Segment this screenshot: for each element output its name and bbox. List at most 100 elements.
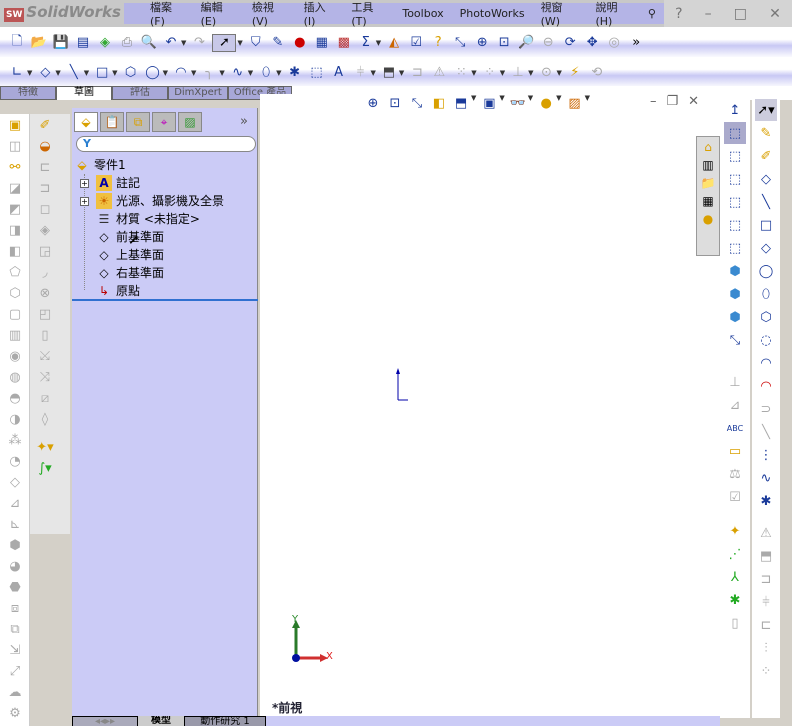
tree-item-material[interactable]: ☰ 材質 <未指定> bbox=[96, 210, 200, 227]
rollback-bar[interactable] bbox=[72, 299, 258, 301]
circle-icon[interactable]: ◯ bbox=[144, 64, 162, 82]
right-view-icon[interactable]: ⬚ bbox=[724, 191, 746, 213]
viewport-close-button[interactable]: ✕ bbox=[688, 94, 699, 109]
menu-window[interactable]: 視窗(W) bbox=[533, 0, 588, 28]
spline-icon[interactable]: ∿ bbox=[229, 64, 247, 82]
dimxpert-manager-tab-icon[interactable]: ⌖ bbox=[152, 112, 176, 132]
print-preview-icon[interactable]: 🔍 bbox=[140, 34, 158, 52]
sketch-scale-icon[interactable]: ⤩ bbox=[34, 346, 56, 366]
ellipse-icon[interactable]: ⬯ bbox=[257, 64, 275, 82]
equations-icon[interactable]: Σ bbox=[357, 34, 375, 52]
expand-annotations-icon[interactable]: + bbox=[80, 179, 89, 188]
texture-icon[interactable]: ▩ bbox=[335, 34, 353, 52]
minimize-button[interactable]: – bbox=[705, 6, 712, 22]
bottom-view-icon[interactable]: ⬚ bbox=[724, 237, 746, 259]
dimetric-icon[interactable]: ⬢ bbox=[724, 306, 746, 328]
mirror-feature-icon[interactable]: ◑ bbox=[4, 409, 26, 429]
tree-item-lights-cameras-scenes[interactable]: ☀ 光源、攝影機及全景 bbox=[96, 192, 224, 209]
boundary-icon[interactable]: ◩ bbox=[4, 199, 26, 219]
fillet-feature-icon[interactable]: ◧ bbox=[4, 241, 26, 261]
perimeter-circle-icon[interactable]: ◌ bbox=[755, 329, 777, 351]
help-button[interactable]: ? bbox=[675, 6, 682, 22]
selection-filter-icon[interactable]: ⛉ bbox=[247, 34, 265, 52]
wrap-icon[interactable]: ◍ bbox=[4, 367, 26, 387]
zoom-selection-icon[interactable]: ⊖ bbox=[539, 34, 557, 52]
isometric-icon[interactable]: ⬢ bbox=[724, 260, 746, 282]
sketch-picture-icon[interactable]: ◰ bbox=[34, 304, 56, 324]
make-assembly-icon[interactable]: ◈ bbox=[96, 34, 114, 52]
construction-icon[interactable]: ◈ bbox=[34, 220, 56, 240]
menu-photoworks[interactable]: PhotoWorks bbox=[452, 7, 533, 20]
sketch-tool-icon[interactable]: ✎ bbox=[755, 122, 777, 144]
sketch-rotate-icon[interactable]: ⤨ bbox=[34, 367, 56, 387]
design-library-icon[interactable]: ▥ bbox=[700, 157, 716, 173]
stretch-icon[interactable]: ◊ bbox=[34, 409, 56, 429]
display-relations-icon[interactable]: ⚠ bbox=[430, 64, 448, 82]
polygon-icon[interactable]: ⬡ bbox=[122, 64, 140, 82]
home-icon[interactable]: ⌂ bbox=[700, 139, 716, 155]
hide-show-icon[interactable]: 👓 bbox=[509, 94, 527, 112]
freeform-icon[interactable]: ☁ bbox=[4, 682, 26, 702]
spline-tool-icon[interactable]: ∿ bbox=[755, 467, 777, 489]
fit-spline-icon[interactable]: ⊗ bbox=[34, 283, 56, 303]
axis-icon[interactable]: ⊿ bbox=[4, 493, 26, 513]
tree-item-right-plane[interactable]: ◇ 右基準面 bbox=[96, 264, 164, 281]
circle-tool-icon[interactable]: ◯ bbox=[755, 260, 777, 282]
property-manager-tab-icon[interactable]: 📋 bbox=[100, 112, 124, 132]
tree-item-origin[interactable]: ↳ 原點 bbox=[96, 282, 140, 299]
point-tool-icon[interactable]: ✱ bbox=[755, 490, 777, 512]
split-icon[interactable]: ⬣ bbox=[4, 577, 26, 597]
rebuild-icon[interactable]: ● bbox=[291, 34, 309, 52]
flex-icon[interactable]: ⬢ bbox=[4, 535, 26, 555]
zoom-area-icon[interactable]: ⊡ bbox=[495, 34, 513, 52]
curve-through-points-icon[interactable]: ∫▾ bbox=[34, 458, 56, 478]
maximize-button[interactable]: □ bbox=[734, 6, 747, 22]
convert-tool-icon[interactable]: ⬒ bbox=[755, 545, 777, 567]
library-icon[interactable]: ⚙ bbox=[4, 703, 26, 723]
front-view-icon[interactable]: ⬚ bbox=[724, 122, 746, 144]
edit-sketch-icon[interactable]: ✎ bbox=[269, 34, 287, 52]
tab-dimxpert[interactable]: DimXpert bbox=[168, 86, 228, 100]
revolve-icon[interactable]: ◫ bbox=[4, 136, 26, 156]
arc-icon[interactable]: ◠ bbox=[172, 64, 190, 82]
chamfer-icon[interactable]: ⬠ bbox=[4, 262, 26, 282]
sketch-copy-icon[interactable]: ⧄ bbox=[34, 388, 56, 408]
trim-icon[interactable]: ⊏ bbox=[34, 157, 56, 177]
configuration-manager-tab-icon[interactable]: ⧉ bbox=[126, 112, 150, 132]
centerpoint-arc-icon[interactable]: ◠ bbox=[755, 352, 777, 374]
tab-features[interactable]: 特徵 bbox=[0, 86, 56, 100]
sketch-fillet-tool-icon[interactable]: ╲ bbox=[755, 421, 777, 443]
pan-icon[interactable]: ✥ bbox=[583, 34, 601, 52]
undo-icon[interactable]: ↶ bbox=[162, 34, 180, 52]
scale-icon[interactable]: ⤢ bbox=[4, 661, 26, 681]
trim-tool-icon[interactable]: ⊏ bbox=[755, 614, 777, 636]
linear-pattern-icon[interactable]: ⁙ bbox=[452, 64, 470, 82]
tab-navigation-arrows[interactable]: ◂◂▸▸ bbox=[72, 716, 138, 726]
segment-icon[interactable]: ◞ bbox=[34, 262, 56, 282]
menu-tools[interactable]: 工具(T) bbox=[343, 0, 394, 28]
shell-icon[interactable]: ▢ bbox=[4, 304, 26, 324]
tab-motion-study-1[interactable]: 動作研究 1 bbox=[184, 716, 266, 726]
display-manager-tab-icon[interactable]: ▨ bbox=[178, 112, 202, 132]
scene-icon[interactable]: ▨ bbox=[566, 94, 584, 112]
toolbar-more-icon[interactable]: » bbox=[627, 34, 645, 52]
extend-tool-icon[interactable]: ⫶ bbox=[755, 637, 777, 659]
sketch-chamfer-icon[interactable]: ◒ bbox=[34, 136, 56, 156]
move-entities-icon[interactable]: ⁘ bbox=[481, 64, 499, 82]
sketch-fillet-icon[interactable]: ✐ bbox=[34, 115, 56, 135]
appearance-icon[interactable]: ● bbox=[537, 94, 555, 112]
pattern-tool-icon[interactable]: ⁘ bbox=[755, 660, 777, 682]
tab-sketch[interactable]: 草圖 bbox=[56, 86, 112, 100]
text-icon[interactable]: A bbox=[330, 64, 348, 82]
auto-relations-icon[interactable]: ⊿ bbox=[724, 394, 746, 416]
zoom-in-out-icon[interactable]: 🔎 bbox=[517, 34, 535, 52]
hole-icon[interactable]: ◉ bbox=[4, 346, 26, 366]
jog-line-icon[interactable]: ◲ bbox=[34, 241, 56, 261]
view-selector-icon[interactable]: ⤡ bbox=[724, 329, 746, 351]
panel-more-icon[interactable]: » bbox=[240, 114, 248, 129]
menu-toolbox[interactable]: Toolbox bbox=[394, 7, 451, 20]
tab-evaluate[interactable]: 評估 bbox=[112, 86, 168, 100]
menu-file[interactable]: 檔案(F) bbox=[142, 0, 193, 28]
coordinate-icon[interactable]: ⊾ bbox=[4, 514, 26, 534]
offset-icon[interactable]: ⊐ bbox=[408, 64, 426, 82]
